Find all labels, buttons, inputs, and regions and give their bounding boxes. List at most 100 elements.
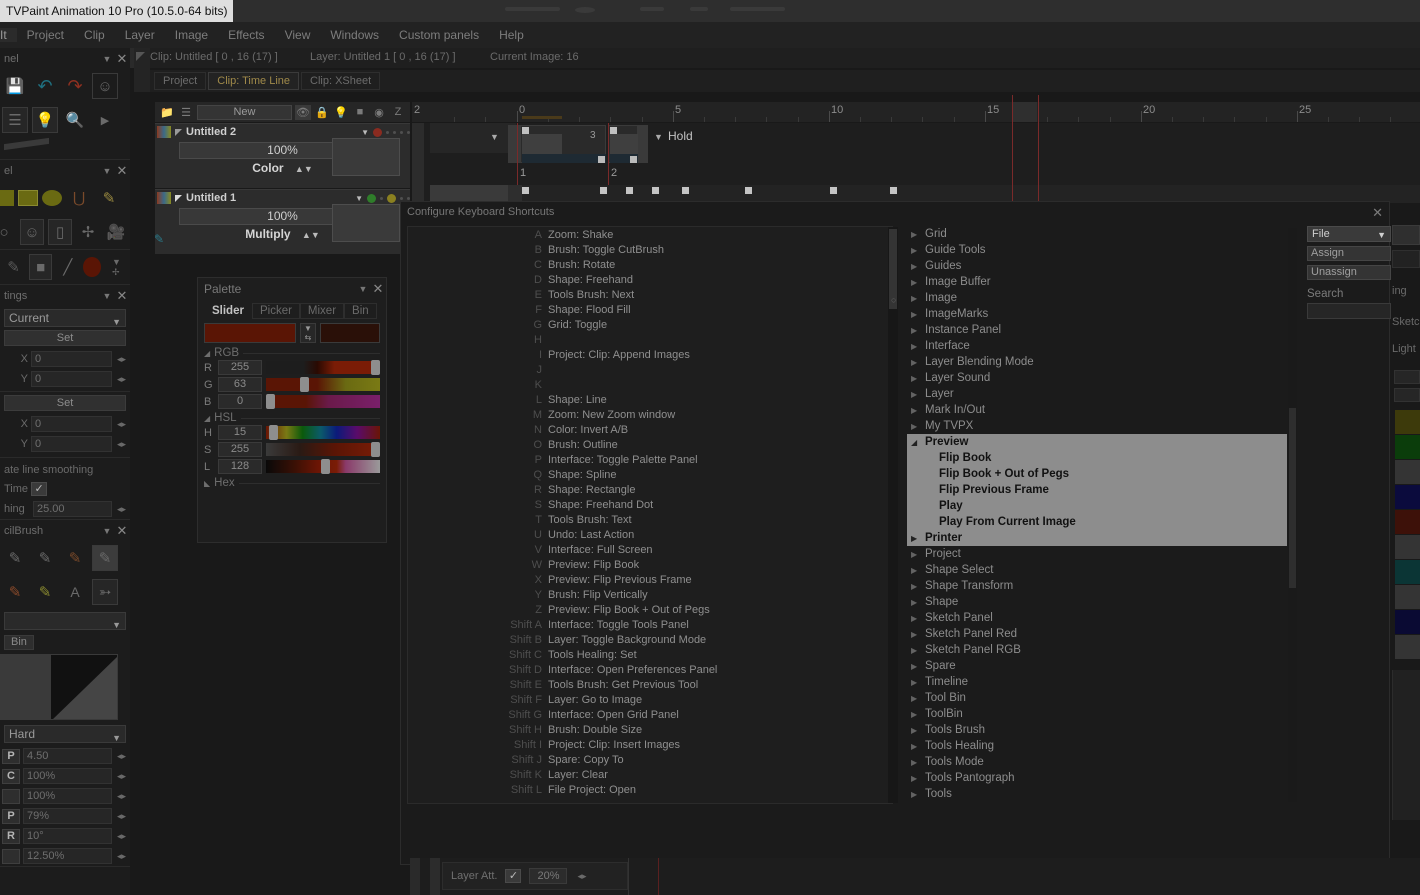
brush-row-2[interactable]: ✎ ✎ A ➳	[0, 575, 130, 609]
brush-param-row[interactable]: P 4.50 ◂▸	[0, 746, 130, 766]
shortcut-row[interactable]: O Brush: Outline	[408, 437, 892, 452]
shortcut-row[interactable]: J	[408, 362, 892, 377]
clip-tabstrip[interactable]: Project Clip: Time Line Clip: XSheet	[150, 70, 1420, 92]
coord-y1-input[interactable]: 0	[31, 371, 112, 387]
brush-param-row[interactable]: P 79% ◂▸	[0, 806, 130, 826]
h-slider[interactable]	[266, 425, 380, 440]
text-tool-icon[interactable]: A	[62, 579, 88, 605]
chevron-down-icon[interactable]: ▼	[100, 54, 114, 64]
chevron-down-icon[interactable]: ▼	[355, 194, 363, 203]
layer-color-dot[interactable]	[367, 193, 376, 203]
tools-row-3[interactable]: ✎ ■ ╱ ▼ ✢	[0, 249, 130, 284]
layer-attributes-row[interactable]: Layer Att. ✓ 20% ◂▸	[442, 862, 628, 890]
shortcut-row[interactable]: S Shape: Freehand Dot	[408, 497, 892, 512]
hex-group-header[interactable]: ◣ Hex	[198, 475, 386, 489]
square-icon[interactable]: ■	[352, 105, 368, 120]
category-row[interactable]: ▶ Layer Sound	[907, 370, 1287, 386]
menu-item-effects[interactable]: Effects	[218, 28, 274, 42]
pencilbrush-panel-header[interactable]: cilBrush ▼ ✕	[0, 520, 130, 541]
spinner-icon[interactable]: ◂▸	[115, 419, 128, 430]
ellipse-tool-icon[interactable]	[42, 190, 62, 206]
shortcut-row[interactable]: T Tools Brush: Text	[408, 512, 892, 527]
color-swatch[interactable]	[1395, 610, 1420, 634]
main-panel-header[interactable]: nel ▼ ✕	[0, 48, 130, 69]
category-row[interactable]: Play	[907, 498, 1287, 514]
triangle-right-icon[interactable]: ▶	[911, 406, 925, 415]
chevron-down-icon[interactable]: ▼	[654, 132, 663, 142]
shortcut-row[interactable]: V Interface: Full Screen	[408, 542, 892, 557]
select-person-icon[interactable]: ☺	[19, 219, 45, 245]
layer-preview-thumb[interactable]	[332, 204, 400, 242]
close-icon[interactable]: ✕	[114, 523, 130, 539]
color-swatch[interactable]	[1395, 510, 1420, 534]
coord-y1-row[interactable]: Y 0 ◂▸	[0, 369, 130, 389]
category-row[interactable]: ▶ Spare	[907, 658, 1287, 674]
folder-icon[interactable]: 📁	[159, 105, 175, 120]
r-slider[interactable]	[266, 360, 380, 375]
triangle-right-icon[interactable]: ▶	[911, 230, 925, 239]
color-swatch[interactable]	[1395, 635, 1420, 659]
hsl-l-row[interactable]: L 128	[198, 458, 386, 475]
rgb-r-row[interactable]: R 255	[198, 359, 386, 376]
triangle-right-icon[interactable]: ▶	[911, 726, 925, 735]
scrollbar-thumb[interactable]	[1289, 408, 1296, 588]
marker-icon[interactable]: ✎	[62, 545, 88, 571]
shortcut-row[interactable]: L Shape: Line	[408, 392, 892, 407]
close-icon[interactable]: ✕	[114, 288, 130, 304]
brush-param-row[interactable]: 100% ◂▸	[0, 786, 130, 806]
category-row[interactable]: ▶ Shape Transform	[907, 578, 1287, 594]
triangle-right-icon[interactable]: ▶	[911, 758, 925, 767]
set-button-2[interactable]: Set	[4, 395, 126, 411]
spinner-icon[interactable]: ◂▸	[115, 831, 128, 842]
category-row[interactable]: ▶ Layer Blending Mode	[907, 354, 1287, 370]
tools-row-1[interactable]: ⋃ ✎	[0, 181, 130, 215]
triangle-right-icon[interactable]: ▶	[911, 598, 925, 607]
color-swatch[interactable]	[1395, 460, 1420, 484]
timeline-clip-block[interactable]	[508, 125, 520, 163]
category-row[interactable]: ▶ Sketch Panel Red	[907, 626, 1287, 642]
time-checkbox[interactable]: ✓	[31, 482, 48, 496]
category-row[interactable]: ▶ Interface	[907, 338, 1287, 354]
tab-clip-xsheet[interactable]: Clip: XSheet	[301, 72, 381, 90]
shortcut-row[interactable]: X Preview: Flip Previous Frame	[408, 572, 892, 587]
menu-item-image[interactable]: Image	[165, 28, 218, 42]
category-row[interactable]: ▶ Printer	[907, 530, 1287, 546]
channel-value[interactable]: 15	[218, 425, 262, 440]
triangle-right-icon[interactable]: ▶	[911, 550, 925, 559]
close-icon[interactable]: ✕	[114, 163, 130, 179]
category-row[interactable]: ▶ Tools Brush	[907, 722, 1287, 738]
save-icon[interactable]: 💾	[2, 73, 28, 99]
tab-project[interactable]: Project	[154, 72, 207, 90]
crop-icon[interactable]: ▯	[48, 219, 73, 245]
shortcut-row[interactable]: U Undo: Last Action	[408, 527, 892, 542]
spinner-icon[interactable]: ◂▸	[115, 354, 128, 365]
hsl-h-row[interactable]: H 15	[198, 424, 386, 441]
fill-tool-icon[interactable]: ✎	[96, 185, 122, 211]
triangle-right-icon[interactable]: ▶	[911, 294, 925, 303]
shortcut-row[interactable]: Shift K Layer: Clear	[408, 767, 892, 782]
brush-profile-curve[interactable]	[50, 654, 118, 720]
color-swatch[interactable]	[1395, 585, 1420, 609]
unassign-button[interactable]: Unassign	[1307, 265, 1391, 280]
triangle-right-icon[interactable]: ▶	[911, 678, 925, 687]
chevron-down-icon[interactable]: ▼	[100, 291, 114, 301]
triangle-right-icon[interactable]: ▶	[911, 614, 925, 623]
close-icon[interactable]: ✕	[114, 51, 130, 67]
spinner-icon[interactable]: ◂▸	[575, 871, 588, 882]
right-color-swatch-column[interactable]	[1394, 410, 1420, 660]
triangle-right-icon[interactable]: ▶	[911, 742, 925, 751]
shortcut-row[interactable]: K	[408, 377, 892, 392]
triangle-right-icon[interactable]: ▶	[911, 278, 925, 287]
layer-preview-thumb[interactable]	[332, 138, 400, 176]
rgb-g-row[interactable]: G 63	[198, 376, 386, 393]
layer-color-dot-2[interactable]	[387, 193, 396, 203]
color-swatch[interactable]	[1395, 435, 1420, 459]
gradient-icon[interactable]: ■	[29, 254, 53, 280]
param-value[interactable]: 12.50%	[23, 848, 112, 864]
select-arrow-icon[interactable]: ➳	[92, 579, 118, 605]
category-scrollbar[interactable]	[1288, 228, 1297, 802]
shortcut-row[interactable]: E Tools Brush: Next	[408, 287, 892, 302]
camera-icon[interactable]: 🎥	[104, 219, 128, 245]
timeline-track-area[interactable]: ▼ 3 ▼ Hold 1 2	[412, 123, 1420, 203]
close-icon[interactable]: ✕	[370, 281, 386, 297]
